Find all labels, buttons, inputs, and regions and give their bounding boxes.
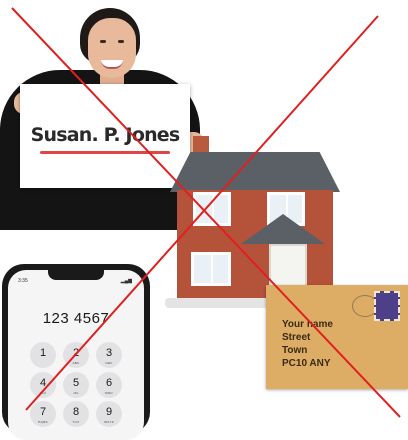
cross-line-1 — [11, 7, 401, 418]
cross-line-2 — [25, 15, 379, 411]
red-cross-icon — [11, 7, 401, 418]
